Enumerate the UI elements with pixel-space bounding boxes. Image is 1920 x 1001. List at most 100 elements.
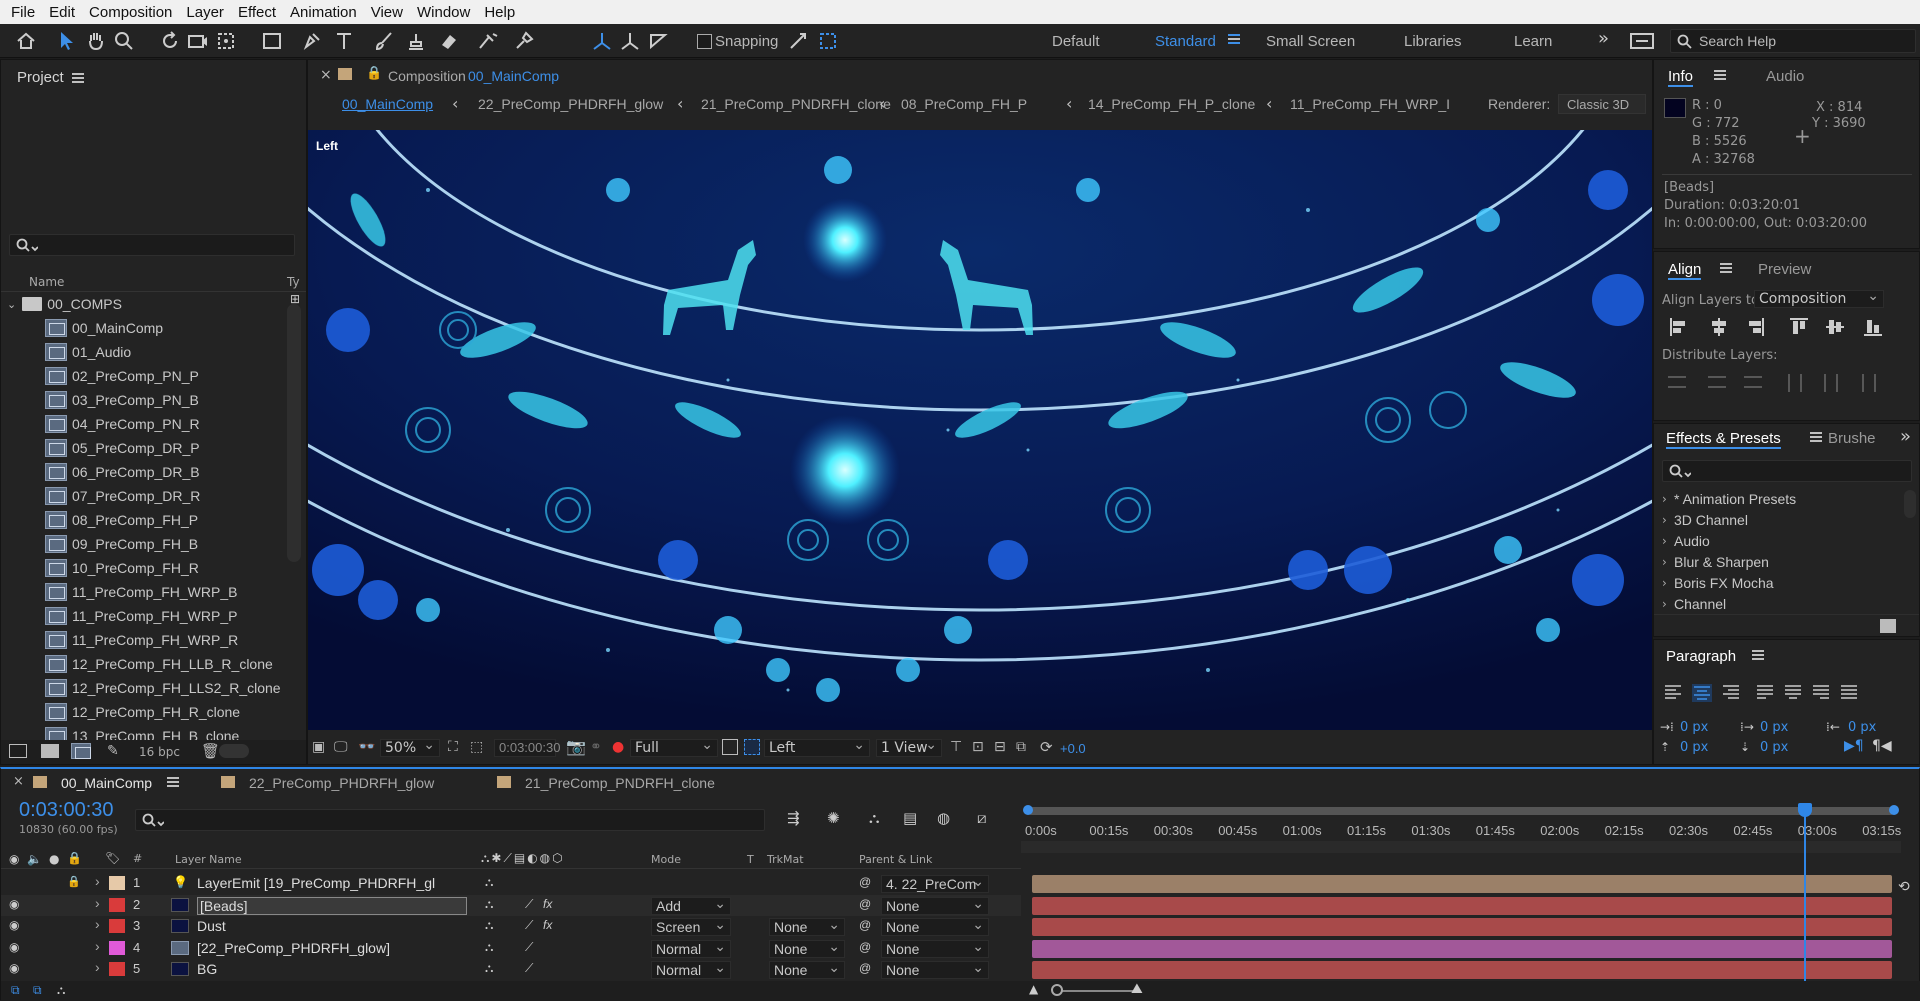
- project-item[interactable]: 07_PreComp_DR_R: [45, 484, 286, 508]
- hide-shy-icon[interactable]: ⛬: [869, 809, 880, 827]
- lock-icon[interactable]: 🔒: [366, 66, 382, 81]
- col-t[interactable]: T: [747, 853, 754, 866]
- project-item[interactable]: 02_PreComp_PN_P: [45, 364, 286, 388]
- menu-animation[interactable]: Animation: [283, 4, 364, 21]
- align-text-right-icon[interactable]: [1722, 684, 1740, 700]
- pixel-aspect-icon[interactable]: ⊤: [950, 739, 962, 755]
- interpret-footage-icon[interactable]: [9, 744, 27, 758]
- workspace-menu-icon[interactable]: [1228, 31, 1240, 47]
- distribute-left-icon[interactable]: [1788, 374, 1802, 392]
- effects-item[interactable]: 3D Channel: [1674, 512, 1748, 528]
- pan-behind-tool-icon[interactable]: [214, 29, 238, 53]
- tab-brushes[interactable]: Brushe: [1828, 430, 1876, 447]
- timeline-zoom-slider[interactable]: [1053, 990, 1133, 992]
- channels-icon[interactable]: ●: [612, 739, 624, 755]
- col-mode[interactable]: Mode: [651, 853, 681, 866]
- viewer-timecode[interactable]: 0:03:00:30: [494, 739, 560, 757]
- project-item[interactable]: 12_PreComp_FH_R_clone: [45, 700, 286, 724]
- close-timeline-tab-icon[interactable]: ×: [13, 774, 24, 789]
- trash-icon[interactable]: 🗑: [201, 742, 220, 760]
- zoom-in-icon[interactable]: ⛰: [1131, 981, 1143, 997]
- effects-item[interactable]: Channel: [1674, 596, 1726, 612]
- fast-preview-icon[interactable]: ⊡: [972, 739, 984, 755]
- project-zoom-slider[interactable]: [219, 744, 249, 758]
- workspace-learn[interactable]: Learn: [1514, 33, 1552, 50]
- project-item[interactable]: 01_Audio: [45, 340, 286, 364]
- project-item[interactable]: 05_PreComp_DR_P: [45, 436, 286, 460]
- brush-tool-icon[interactable]: [372, 29, 396, 53]
- close-comp-panel-icon[interactable]: ×: [320, 67, 332, 83]
- project-menu-icon[interactable]: [71, 73, 84, 83]
- selection-tool-icon[interactable]: [55, 29, 79, 53]
- pen-tool-icon[interactable]: [300, 29, 324, 53]
- zoom-tool-icon[interactable]: [112, 29, 136, 53]
- project-item[interactable]: 10_PreComp_FH_R: [45, 556, 286, 580]
- project-scrollbar[interactable]: [287, 304, 301, 562]
- search-help-field[interactable]: Search Help: [1670, 29, 1916, 53]
- world-axis-icon[interactable]: [618, 29, 642, 53]
- renderer-dropdown[interactable]: Classic 3D: [1558, 94, 1646, 114]
- snapshot-icon[interactable]: 📷: [566, 737, 586, 756]
- timeline-zoom-handle[interactable]: [1051, 984, 1063, 996]
- view-axis-icon[interactable]: [646, 29, 670, 53]
- toggle-switches-icon[interactable]: ⧉: [11, 983, 20, 998]
- puppet-pin-tool-icon[interactable]: [512, 29, 536, 53]
- paragraph-menu-icon[interactable]: [1744, 647, 1764, 663]
- indent-first-line-value[interactable]: 0 px: [1760, 720, 1788, 735]
- navigator-bar[interactable]: [1021, 841, 1901, 853]
- align-menu-icon[interactable]: [1712, 260, 1732, 276]
- breadcrumb-item[interactable]: 21_PreComp_PNDRFH_clone: [701, 96, 891, 112]
- timeline-icon[interactable]: ⊟: [994, 739, 1006, 755]
- effects-scrollbar[interactable]: [1904, 490, 1916, 518]
- tab-preview[interactable]: Preview: [1758, 261, 1811, 278]
- workspace-default[interactable]: Default: [1052, 33, 1100, 50]
- layer-duration-bar[interactable]: [1032, 875, 1892, 893]
- info-menu-icon[interactable]: [1706, 67, 1726, 83]
- camera-tool-icon[interactable]: [186, 29, 210, 53]
- project-item[interactable]: 11_PreComp_FH_WRP_B: [45, 580, 286, 604]
- timeline-tab-glow[interactable]: 22_PreComp_PHDRFH_glow: [249, 775, 434, 791]
- resolution-dropdown[interactable]: Full: [630, 737, 718, 757]
- timeline-search-input[interactable]: [135, 809, 765, 831]
- more-workspaces-icon[interactable]: »: [1598, 28, 1609, 49]
- project-folder-row[interactable]: ⌄ 00_COMPS: [7, 292, 286, 316]
- layer-duration-bar[interactable]: [1032, 918, 1892, 936]
- menu-edit[interactable]: Edit: [42, 4, 82, 21]
- audio-switch-icon[interactable]: 🔈: [27, 852, 42, 866]
- justify-right-icon[interactable]: [1812, 684, 1830, 700]
- monitor-icon[interactable]: 🖵: [334, 739, 348, 755]
- exposure-value[interactable]: +0.0: [1060, 741, 1086, 756]
- graph-editor-icon[interactable]: ⧄: [977, 809, 987, 827]
- rectangle-tool-icon[interactable]: [260, 29, 284, 53]
- camera-view-dropdown[interactable]: Left: [764, 737, 870, 757]
- project-item[interactable]: 04_PreComp_PN_R: [45, 412, 286, 436]
- region-of-interest-icon[interactable]: [722, 739, 738, 755]
- align-to-dropdown[interactable]: Composition: [1754, 288, 1884, 308]
- effects-item[interactable]: Blur & Sharpen: [1674, 554, 1769, 570]
- comp-mini-flowchart-icon[interactable]: ⇶: [787, 809, 800, 827]
- comp-panel-name[interactable]: 00_MainComp: [468, 68, 559, 84]
- title-safe-icon[interactable]: ⬚: [470, 739, 483, 755]
- project-item[interactable]: 11_PreComp_FH_WRP_R: [45, 628, 286, 652]
- space-after-value[interactable]: 0 px: [1760, 740, 1788, 755]
- label-column-icon[interactable]: 🏷: [105, 851, 120, 865]
- project-item[interactable]: 00_MainComp: [45, 316, 286, 340]
- align-top-icon[interactable]: [1788, 316, 1810, 338]
- project-item[interactable]: 09_PreComp_FH_B: [45, 532, 286, 556]
- work-area-start-handle[interactable]: [1023, 805, 1033, 815]
- menu-file[interactable]: File: [4, 4, 42, 21]
- fit-icon[interactable]: ⛶: [448, 739, 458, 755]
- layer-duration-bar[interactable]: [1032, 961, 1892, 979]
- project-settings-icon[interactable]: ✎: [107, 743, 119, 759]
- project-item[interactable]: 11_PreComp_FH_WRP_P: [45, 604, 286, 628]
- distribute-vcenter-icon[interactable]: [1708, 376, 1726, 388]
- new-comp-icon[interactable]: [71, 743, 96, 759]
- timeline-menu-icon[interactable]: [159, 774, 179, 790]
- workspace-libraries[interactable]: Libraries: [1404, 33, 1462, 50]
- menu-help[interactable]: Help: [477, 4, 522, 21]
- bpc-label[interactable]: 16 bpc: [139, 745, 180, 759]
- motion-blur-icon[interactable]: ◍: [937, 809, 950, 827]
- tab-info[interactable]: Info: [1668, 68, 1694, 87]
- tab-effects-presets[interactable]: Effects & Presets: [1666, 430, 1781, 449]
- align-bottom-icon[interactable]: [1862, 316, 1884, 338]
